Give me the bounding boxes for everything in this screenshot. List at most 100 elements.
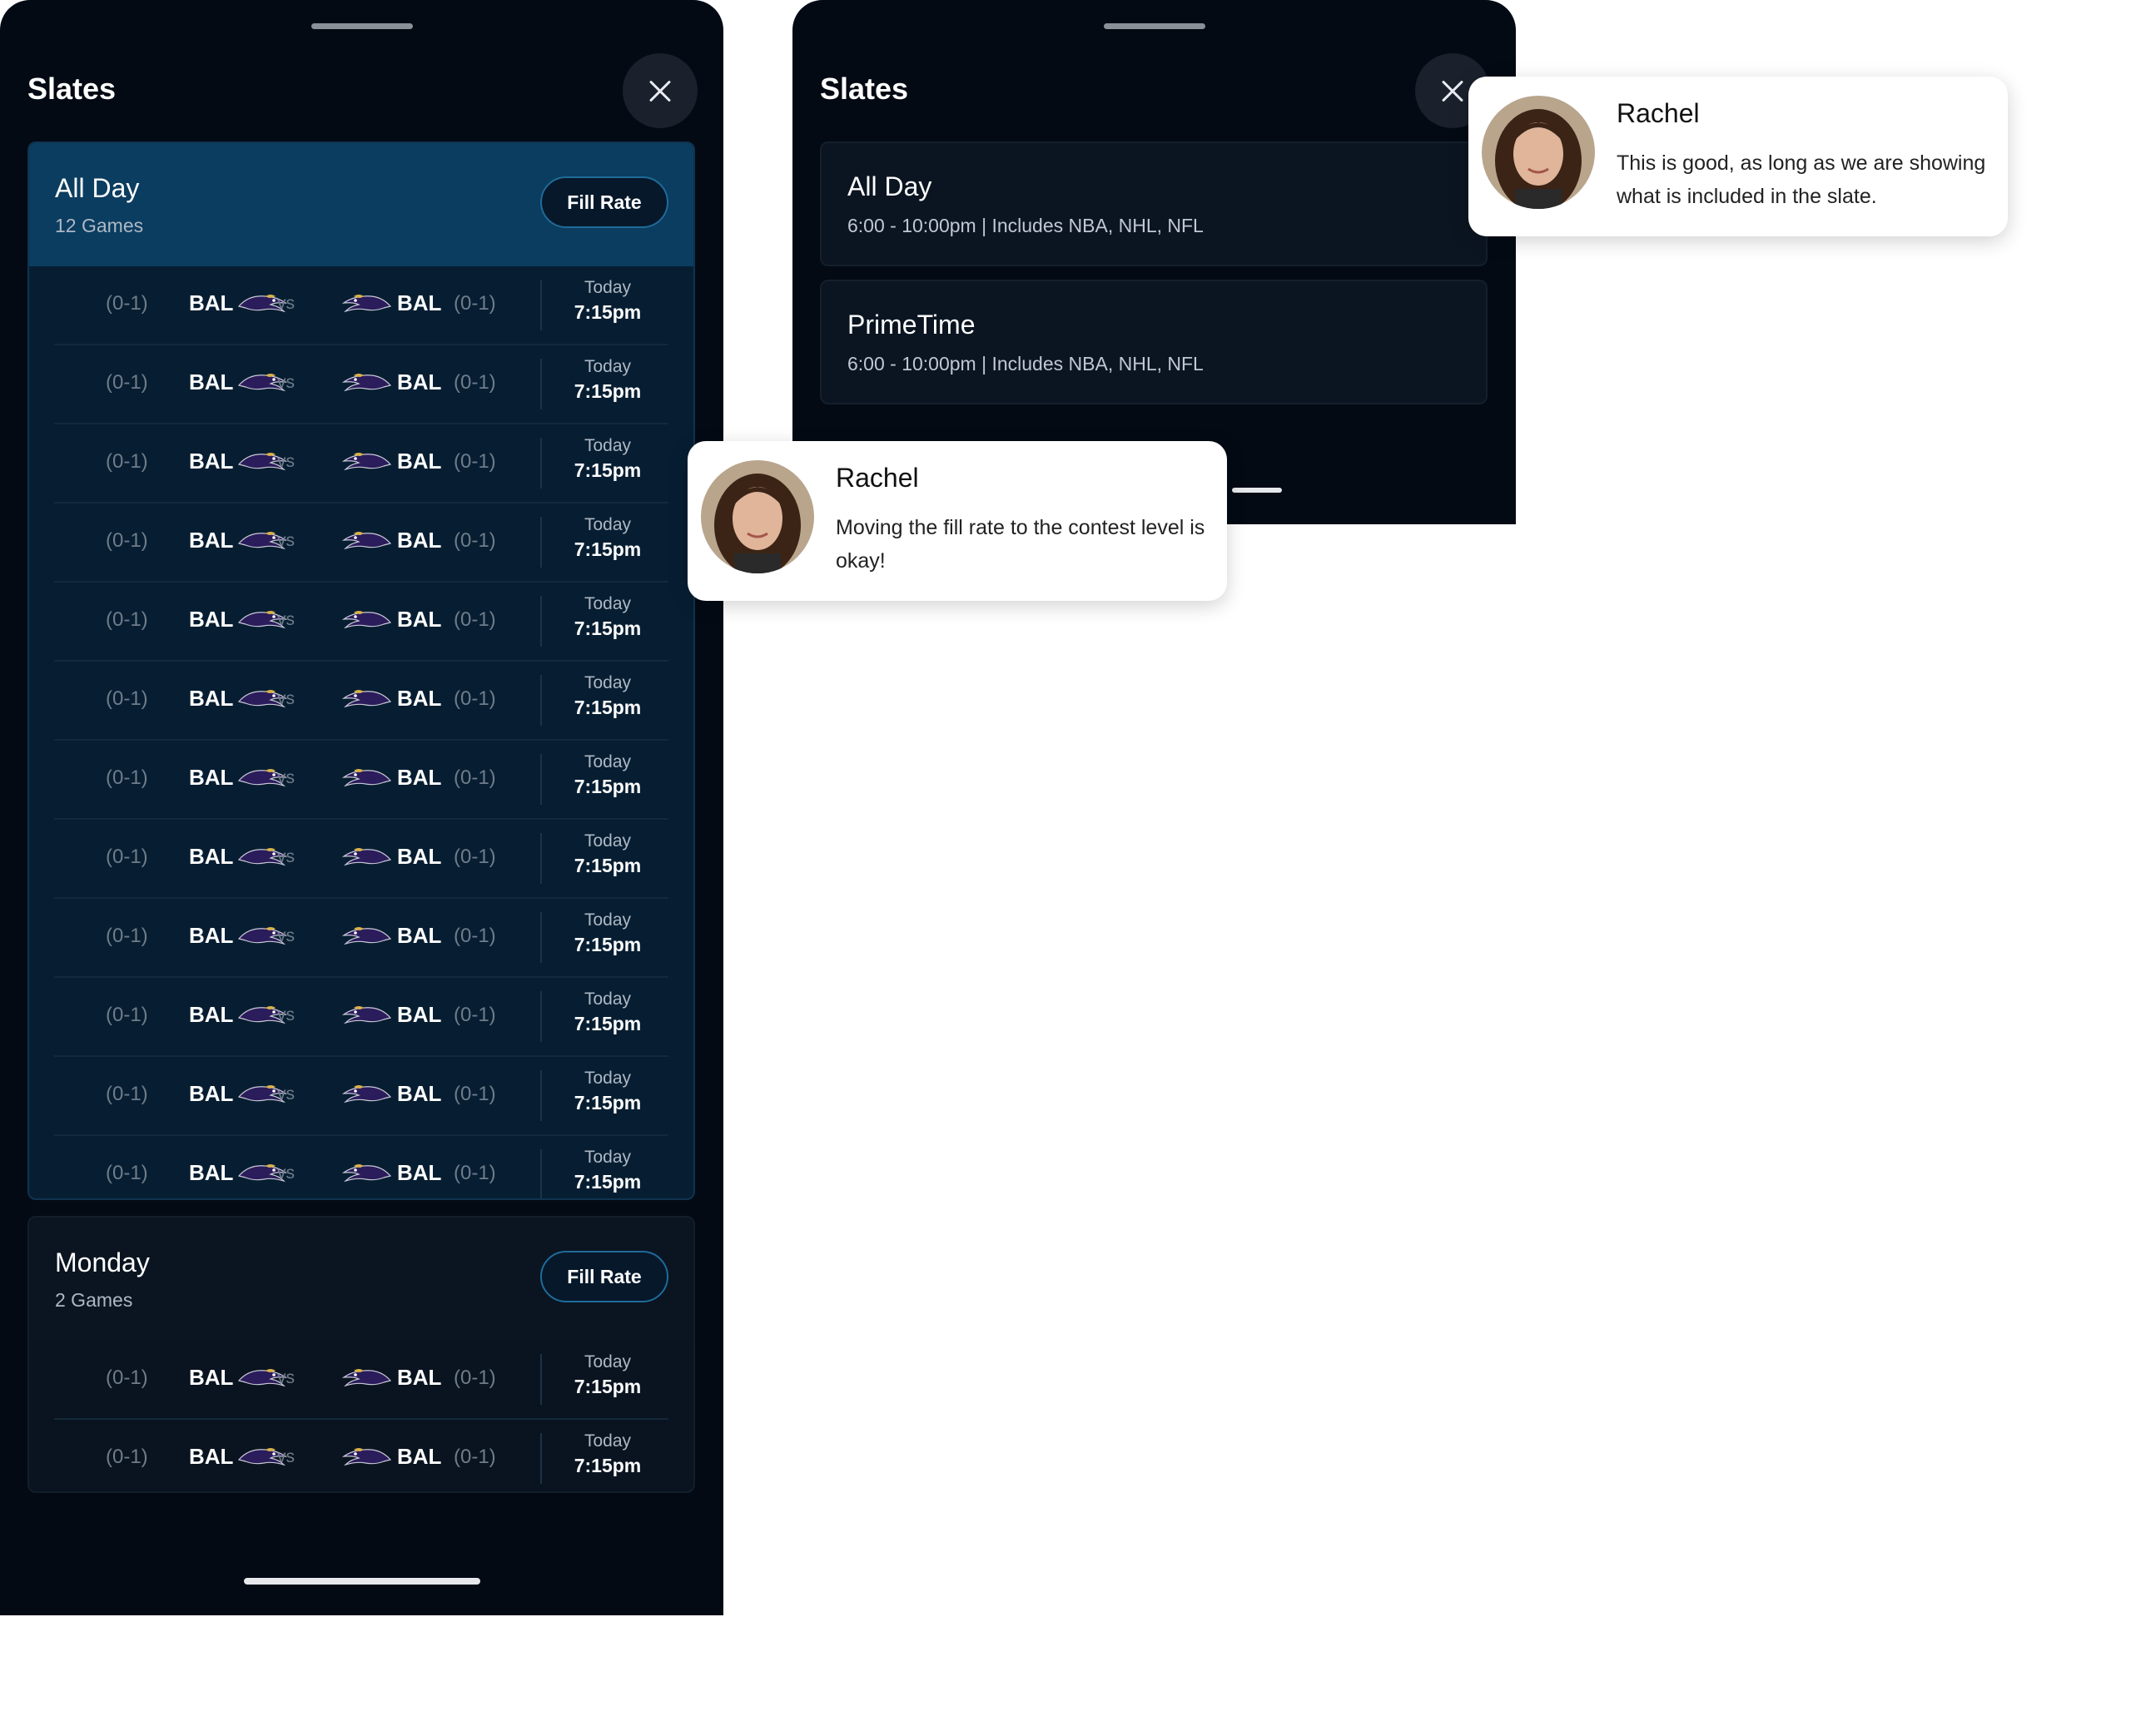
home-team: BAL bbox=[397, 1444, 442, 1469]
slate-name: PrimeTime bbox=[847, 310, 976, 340]
game-row[interactable]: (0-1) BAL vs BAL (0-1) Today 7:15pm bbox=[54, 820, 668, 899]
game-row[interactable]: (0-1) BAL vs BAL (0-1) Today 7:15pm bbox=[54, 266, 668, 345]
game-row[interactable]: (0-1) BAL vs BAL (0-1) Today 7:15pm bbox=[54, 662, 668, 741]
slate-card-primetime[interactable]: PrimeTime 6:00 - 10:00pm | Includes NBA,… bbox=[820, 280, 1488, 404]
versus-label: vs bbox=[277, 1163, 295, 1183]
sheet-title: Slates bbox=[27, 72, 117, 106]
versus-label: vs bbox=[277, 1368, 295, 1387]
game-row[interactable]: (0-1) BAL vs BAL (0-1) Today 7:15pm bbox=[54, 503, 668, 583]
game-row[interactable]: (0-1) BAL vs BAL (0-1) Today 7:15pm bbox=[54, 345, 668, 424]
comment-text: Moving the fill rate to the contest leve… bbox=[836, 516, 1205, 573]
slates-sheet-left: Slates All Day 12 Games Fill Rate (0-1) B… bbox=[0, 0, 723, 1615]
home-team: BAL bbox=[397, 607, 442, 632]
slate-game-count: 2 Games bbox=[55, 1289, 133, 1311]
home-team: BAL bbox=[397, 528, 442, 553]
home-record: (0-1) bbox=[454, 608, 496, 631]
raven-head-icon bbox=[341, 764, 392, 791]
versus-label: vs bbox=[277, 768, 295, 787]
sheet-grabber[interactable] bbox=[1103, 23, 1205, 29]
away-record: (0-1) bbox=[106, 371, 148, 394]
home-team: BAL bbox=[397, 449, 442, 474]
close-button[interactable] bbox=[623, 53, 698, 128]
game-row[interactable]: (0-1) BAL vs BAL (0-1) Today 7:15pm bbox=[54, 899, 668, 978]
avatar bbox=[701, 460, 814, 573]
raven-head-icon bbox=[341, 1159, 392, 1186]
slate-card-all-day[interactable]: All Day 6:00 - 10:00pm | Includes NBA, N… bbox=[820, 141, 1488, 266]
home-record: (0-1) bbox=[454, 1446, 496, 1468]
game-day: Today bbox=[584, 1069, 632, 1088]
comment-card[interactable]: Rachel This is good, as long as we are s… bbox=[1468, 77, 2008, 236]
slate-game-count: 12 Games bbox=[55, 215, 144, 236]
raven-head-icon bbox=[341, 527, 392, 553]
slate-card-all-day[interactable]: All Day 12 Games Fill Rate (0-1) BAL vs BAL… bbox=[27, 141, 695, 1200]
away-record: (0-1) bbox=[106, 450, 148, 473]
sheet-title: Slates bbox=[820, 72, 909, 106]
game-day: Today bbox=[584, 831, 632, 851]
raven-head-icon bbox=[341, 1443, 392, 1470]
away-team: BAL bbox=[189, 765, 234, 790]
game-row[interactable]: (0-1) BAL vs BAL (0-1) Today 7:15pm bbox=[54, 741, 668, 820]
away-record: (0-1) bbox=[106, 1366, 148, 1389]
fill-rate-button[interactable]: Fill Rate bbox=[540, 176, 668, 228]
game-time: 7:15pm bbox=[574, 459, 642, 481]
slate-card-monday[interactable]: Monday 2 Games Fill Rate (0-1) BAL vs BAL (0… bbox=[27, 1216, 695, 1493]
game-day: Today bbox=[584, 1148, 632, 1167]
avatar-photo bbox=[701, 460, 814, 573]
raven-head-icon bbox=[341, 843, 392, 870]
away-team: BAL bbox=[189, 1081, 234, 1106]
away-team: BAL bbox=[189, 528, 234, 553]
slate-name: All Day bbox=[55, 173, 140, 203]
away-record: (0-1) bbox=[106, 925, 148, 947]
raven-head-icon bbox=[341, 685, 392, 712]
raven-head-icon bbox=[341, 290, 392, 316]
comment-card[interactable]: Rachel Moving the fill rate to the conte… bbox=[688, 441, 1227, 601]
home-record: (0-1) bbox=[454, 450, 496, 473]
home-record: (0-1) bbox=[454, 1083, 496, 1105]
versus-label: vs bbox=[277, 452, 295, 471]
game-time: 7:15pm bbox=[574, 1171, 642, 1193]
game-row[interactable]: (0-1) BAL vs BAL (0-1) Today 7:15pm bbox=[54, 1057, 668, 1136]
game-list: (0-1) BAL vs BAL (0-1) Today 7:15pm (0-1) BAL vs B… bbox=[29, 266, 693, 1198]
game-day: Today bbox=[584, 910, 632, 930]
comment-author: Rachel bbox=[836, 463, 919, 493]
game-row[interactable]: (0-1) BAL vs BAL (0-1) Today 7:15pm bbox=[54, 978, 668, 1057]
comment-text: This is good, as long as we are showing … bbox=[1617, 151, 1986, 208]
raven-head-icon bbox=[341, 369, 392, 395]
game-day: Today bbox=[584, 752, 632, 771]
away-record: (0-1) bbox=[106, 1083, 148, 1105]
game-row[interactable]: (0-1) BAL vs BAL (0-1) Today 7:15pm bbox=[54, 1136, 668, 1198]
game-day: Today bbox=[584, 357, 632, 376]
home-record: (0-1) bbox=[454, 846, 496, 868]
game-time: 7:15pm bbox=[574, 538, 642, 560]
away-team: BAL bbox=[189, 290, 234, 315]
away-record: (0-1) bbox=[106, 608, 148, 631]
sheet-grabber[interactable] bbox=[310, 23, 413, 29]
game-day: Today bbox=[584, 436, 632, 455]
fill-rate-button[interactable]: Fill Rate bbox=[540, 1251, 668, 1302]
game-day: Today bbox=[584, 594, 632, 613]
game-time: 7:15pm bbox=[574, 618, 642, 639]
away-record: (0-1) bbox=[106, 687, 148, 710]
raven-head-icon bbox=[341, 606, 392, 632]
game-day: Today bbox=[584, 1352, 632, 1371]
game-day: Today bbox=[584, 515, 632, 534]
game-time: 7:15pm bbox=[574, 1376, 642, 1397]
home-team: BAL bbox=[397, 686, 442, 711]
slate-description: 6:00 - 10:00pm | Includes NBA, NHL, NFL bbox=[847, 353, 1204, 374]
away-record: (0-1) bbox=[106, 1446, 148, 1468]
game-row[interactable]: (0-1) BAL vs BAL (0-1) Today 7:15pm bbox=[54, 1341, 668, 1420]
game-day: Today bbox=[584, 990, 632, 1009]
game-time: 7:15pm bbox=[574, 697, 642, 718]
game-row[interactable]: (0-1) BAL vs BAL (0-1) Today 7:15pm bbox=[54, 424, 668, 503]
away-team: BAL bbox=[189, 607, 234, 632]
away-record: (0-1) bbox=[106, 846, 148, 868]
away-team: BAL bbox=[189, 370, 234, 394]
home-indicator bbox=[1232, 488, 1282, 493]
versus-label: vs bbox=[277, 847, 295, 866]
game-row[interactable]: (0-1) BAL vs BAL (0-1) Today 7:15pm bbox=[54, 1420, 668, 1491]
versus-label: vs bbox=[277, 1084, 295, 1104]
away-team: BAL bbox=[189, 1365, 234, 1390]
game-row[interactable]: (0-1) BAL vs BAL (0-1) Today 7:15pm bbox=[54, 583, 668, 662]
home-team: BAL bbox=[397, 1081, 442, 1106]
avatar-photo bbox=[1482, 96, 1595, 209]
